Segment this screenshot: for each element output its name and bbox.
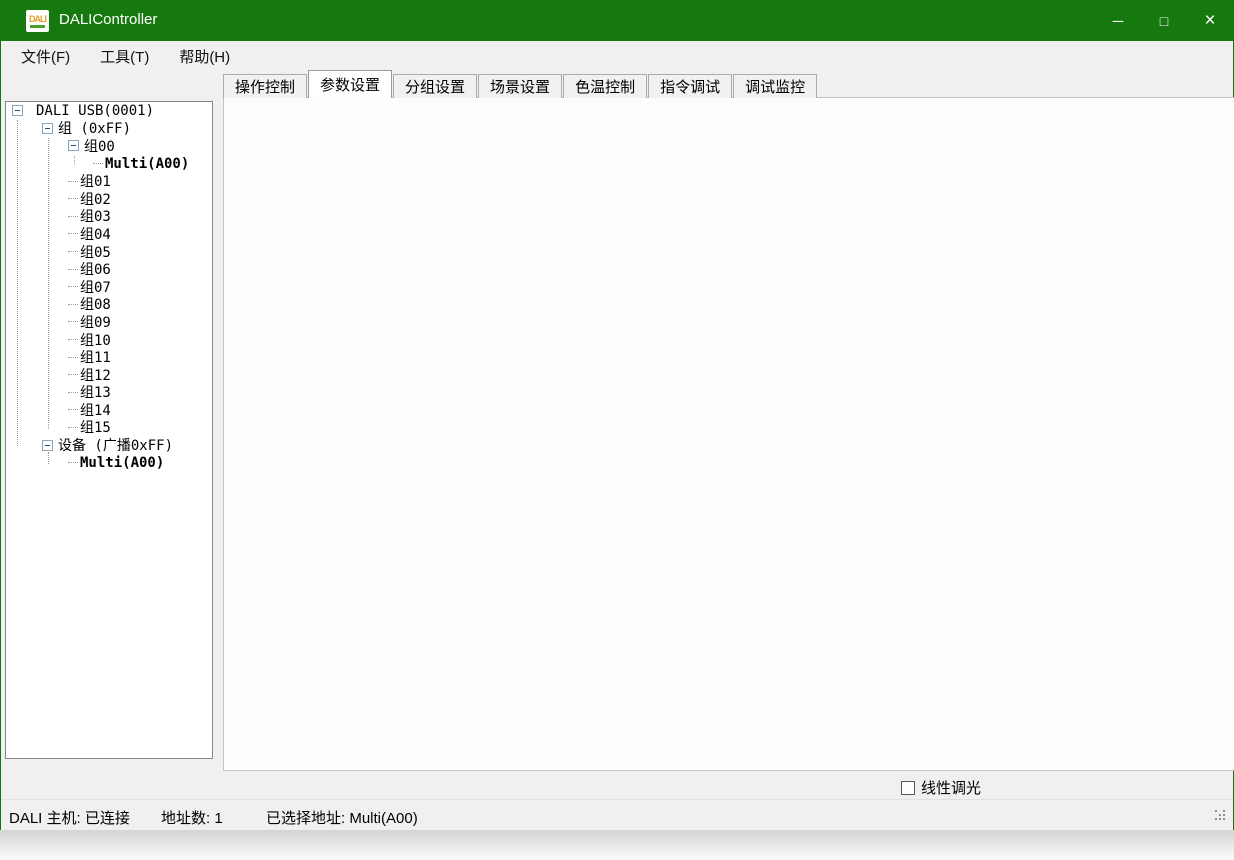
menu-file[interactable]: 文件(F) xyxy=(21,46,70,67)
menu-bar: 文件(F) 工具(T) 帮助(H) xyxy=(1,41,1233,71)
tree-item-label: Multi(A00) xyxy=(80,455,164,471)
tree-item[interactable]: 组14 xyxy=(6,401,212,419)
title-bar: DALI DALIController ─ □ × xyxy=(1,1,1233,41)
tree-item[interactable]: 组15 xyxy=(6,419,212,437)
checkbox-icon[interactable] xyxy=(901,781,915,795)
tree-item[interactable]: 组04 xyxy=(6,225,212,243)
tree-item-label: 设备 (广播0xFF) xyxy=(58,435,173,455)
tab-debug-monitor[interactable]: 调试监控 xyxy=(733,74,817,98)
tab-color-temp-control[interactable]: 色温控制 xyxy=(563,74,647,98)
tree-item[interactable]: 设备 (广播0xFF) xyxy=(6,436,212,454)
tab-parameter-settings[interactable]: 参数设置 xyxy=(308,70,392,98)
tree-item[interactable]: 组09 xyxy=(6,313,212,331)
minimize-button[interactable]: ─ xyxy=(1095,1,1141,41)
linear-dimming-checkbox[interactable]: 线性调光 xyxy=(901,777,981,798)
tab-group-settings[interactable]: 分组设置 xyxy=(393,74,477,98)
device-tree: DALI USB(0001) 组 (0xFF) 组00 Multi(A00) 组… xyxy=(5,101,213,759)
tree-item[interactable]: 组06 xyxy=(6,260,212,278)
tree-collapse-icon[interactable] xyxy=(12,105,23,116)
tree-item[interactable]: 组03 xyxy=(6,208,212,226)
tree-item[interactable]: Multi(A00) xyxy=(6,454,212,472)
tree-collapse-icon[interactable] xyxy=(42,123,53,134)
status-selected-address: 已选择地址: Multi(A00) xyxy=(266,807,418,828)
tree-item[interactable]: 组 (0xFF) xyxy=(6,120,212,138)
tree-item[interactable]: 组07 xyxy=(6,278,212,296)
window-title: DALIController xyxy=(59,11,157,28)
tree-collapse-icon[interactable] xyxy=(68,140,79,151)
tree-collapse-icon[interactable] xyxy=(42,440,53,451)
tree-item[interactable]: DALI USB(0001) xyxy=(6,102,212,120)
tree-item[interactable]: 组11 xyxy=(6,348,212,366)
status-address-count: 地址数: 1 xyxy=(161,807,223,828)
tab-command-debug[interactable]: 指令调试 xyxy=(648,74,732,98)
tree-item[interactable]: 组02 xyxy=(6,190,212,208)
status-bar: DALI 主机: 已连接 地址数: 1 已选择地址: Multi(A00) xyxy=(1,799,1233,830)
tree-item-label: 组00 xyxy=(84,136,115,156)
tab-strip: 操作控制 参数设置 分组设置 场景设置 色温控制 指令调试 调试监控 xyxy=(223,70,818,98)
app-icon-bar xyxy=(30,25,45,28)
menu-tools[interactable]: 工具(T) xyxy=(100,46,149,67)
tree-item[interactable]: 组01 xyxy=(6,172,212,190)
app-icon-text: DALI xyxy=(29,15,46,24)
close-button[interactable]: × xyxy=(1187,1,1233,41)
tree-item[interactable]: 组08 xyxy=(6,296,212,314)
tree-item[interactable]: 组12 xyxy=(6,366,212,384)
checkbox-label: 线性调光 xyxy=(921,777,981,798)
tree-item[interactable]: 组00 xyxy=(6,137,212,155)
tree-item-label: DALI USB(0001) xyxy=(36,103,154,119)
tab-scene-settings[interactable]: 场景设置 xyxy=(478,74,562,98)
tree-item[interactable]: 组10 xyxy=(6,331,212,349)
menu-help[interactable]: 帮助(H) xyxy=(179,46,230,67)
maximize-button[interactable]: □ xyxy=(1141,1,1187,41)
window-shadow xyxy=(0,830,1234,860)
tree-item[interactable]: 组05 xyxy=(6,243,212,261)
tree-item[interactable]: Multi(A00) xyxy=(6,155,212,173)
tab-operation-control[interactable]: 操作控制 xyxy=(223,74,307,98)
tree-item-label: Multi(A00) xyxy=(105,156,189,172)
app-window: DALI DALIController ─ □ × 文件(F) 工具(T) 帮助… xyxy=(0,0,1234,830)
tab-page xyxy=(223,97,1234,771)
app-icon: DALI xyxy=(26,10,49,32)
tree-item[interactable]: 组13 xyxy=(6,384,212,402)
status-host: DALI 主机: 已连接 xyxy=(9,807,130,828)
resize-grip[interactable] xyxy=(1215,810,1227,822)
